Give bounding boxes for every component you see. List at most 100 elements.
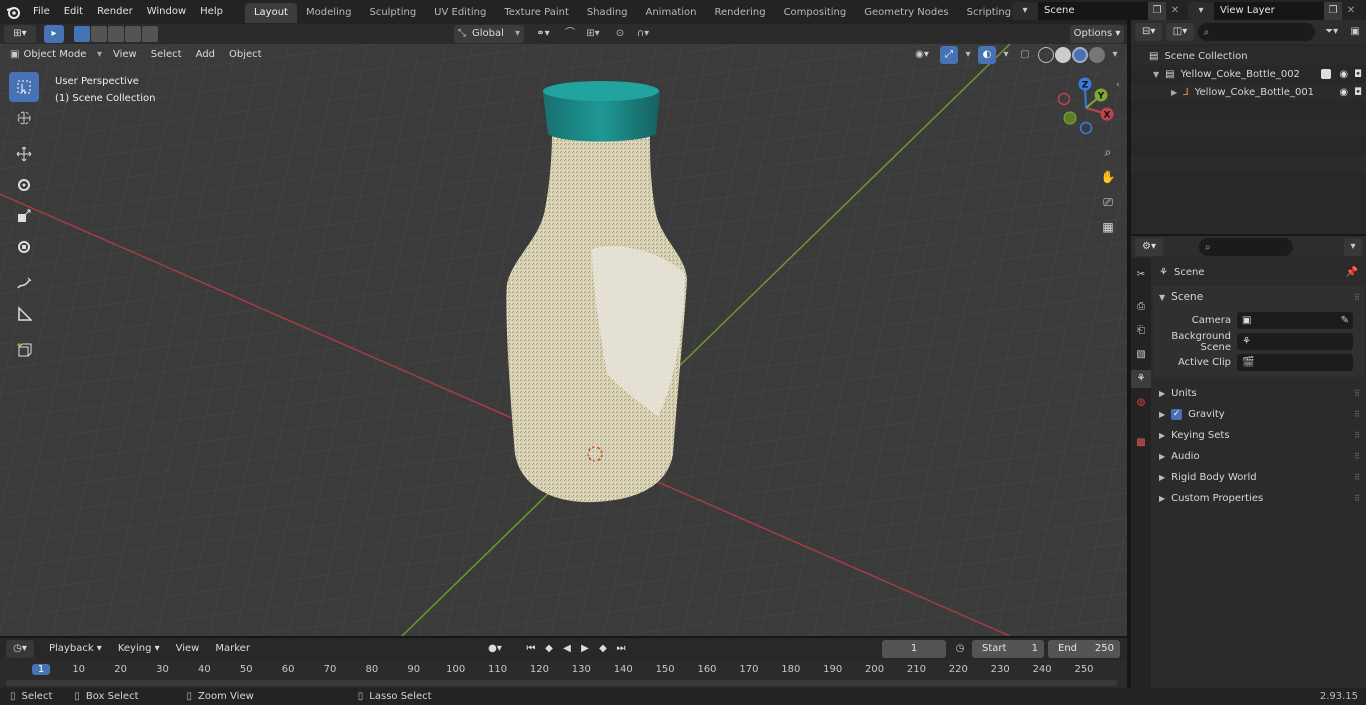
select-intersect-icon[interactable] (142, 26, 158, 42)
properties-editor-icon[interactable]: ⚙▾ (1135, 238, 1163, 256)
overlays-dropdown-icon[interactable]: ▾ (1000, 46, 1012, 64)
eye-icon[interactable]: ◉ (1339, 69, 1348, 80)
move-tool-icon[interactable] (9, 139, 39, 169)
gizmo-dropdown-icon[interactable]: ▾ (962, 46, 974, 64)
active-clip-field[interactable]: 🎬 (1237, 354, 1353, 371)
select-new-icon[interactable] (74, 26, 90, 42)
add-cube-tool-icon[interactable] (9, 335, 39, 365)
navigation-gizmo[interactable]: X Y Z (1056, 74, 1120, 138)
pin-icon[interactable]: 📌 (1346, 267, 1358, 278)
current-frame-field[interactable]: 1 (882, 640, 946, 658)
world-tab-icon[interactable]: ◍ (1132, 394, 1150, 412)
shading-dropdown-icon[interactable]: ▾ (1109, 46, 1121, 64)
proportional-edit-icon[interactable]: ⊙ (612, 25, 628, 43)
outliner-editor-icon[interactable]: ⊟▾ (1135, 23, 1163, 41)
drag-handle-icon[interactable]: ⠿ (1354, 389, 1360, 398)
menu-add[interactable]: Add (189, 46, 222, 64)
drag-handle-icon[interactable]: ⠿ (1354, 431, 1360, 440)
select-box-tool-icon[interactable] (9, 72, 39, 102)
overlays-toggle-icon[interactable]: ◐ (978, 46, 996, 64)
copy-scene-icon[interactable]: ❐ (1148, 2, 1166, 20)
wireframe-shading-icon[interactable] (1038, 47, 1054, 63)
visibility-icon[interactable]: ◉▾ (908, 46, 936, 64)
tab-sculpting[interactable]: Sculpting (360, 3, 425, 23)
eye-icon[interactable]: ◉ (1339, 87, 1348, 98)
filter-icon[interactable]: ⏷▾ (1319, 23, 1344, 41)
select-extend-icon[interactable] (91, 26, 107, 42)
copy-view-layer-icon[interactable]: ❐ (1324, 2, 1342, 20)
camera-field[interactable]: ▣ ✎ (1237, 312, 1353, 329)
frame-ruler[interactable]: 1 10 20 30 40 50 60 70 80 90 100 110 120 130 140 150 160… (0, 660, 1127, 688)
editor-type-icon[interactable]: ⊞▾ (4, 25, 36, 43)
new-collection-icon[interactable]: ▣ (1348, 23, 1362, 41)
view-layer-tab-icon[interactable]: ▧ (1132, 346, 1150, 364)
tab-animation[interactable]: Animation (637, 3, 706, 23)
scene-tab-icon[interactable]: ⚘ (1131, 370, 1151, 388)
cursor-tool-icon[interactable] (9, 103, 39, 133)
active-tool-icon[interactable]: ▸ (44, 25, 64, 43)
zoom-icon[interactable]: ⌕ (1098, 142, 1118, 162)
snap-target-icon[interactable]: ⊞▾ (580, 25, 606, 43)
texture-tab-icon[interactable]: ▩ (1132, 434, 1150, 452)
outliner-row-collection[interactable]: ▼ ▤ Yellow_Coke_Bottle_002 ◉ ◘ (1131, 65, 1366, 83)
tab-compositing[interactable]: Compositing (775, 3, 856, 23)
sidebar-toggle-icon[interactable]: ‹ (1116, 80, 1126, 92)
tab-uv-editing[interactable]: UV Editing (425, 3, 495, 23)
rigid-body-world-panel-header[interactable]: ▶ Rigid Body World ⠿ (1153, 467, 1364, 488)
next-keyframe-icon[interactable]: ◆ (594, 640, 612, 658)
timeline-editor-icon[interactable]: ◷▾ (6, 640, 34, 658)
outliner-row-object[interactable]: ▶ ⅃ Yellow_Coke_Bottle_001 ◉ ◘ (1131, 83, 1366, 101)
blender-logo-icon[interactable] (0, 0, 26, 24)
stopwatch-icon[interactable]: ◷ (952, 640, 968, 658)
units-panel-header[interactable]: ▶ Units ⠿ (1153, 383, 1364, 404)
menu-select[interactable]: Select (144, 46, 189, 64)
properties-options-icon[interactable]: ▾ (1344, 238, 1362, 256)
tab-layout[interactable]: Layout (244, 3, 297, 23)
render-tab-icon[interactable]: ⎙ (1132, 298, 1150, 316)
falloff-icon[interactable]: ∩▾ (630, 25, 656, 43)
material-shading-icon[interactable] (1072, 47, 1088, 63)
ortho-grid-icon[interactable]: ▦ (1098, 217, 1118, 237)
camera-render-icon[interactable]: ◘ (1354, 69, 1362, 80)
scale-tool-icon[interactable] (9, 201, 39, 231)
solid-shading-icon[interactable] (1055, 47, 1071, 63)
options-button[interactable]: Options ▾ (1070, 25, 1124, 43)
menu-render[interactable]: Render (90, 0, 140, 24)
prev-keyframe-icon[interactable]: ◆ (540, 640, 558, 658)
audio-panel-header[interactable]: ▶ Audio ⠿ (1153, 446, 1364, 467)
custom-properties-panel-header[interactable]: ▶ Custom Properties ⠿ (1153, 488, 1364, 509)
select-difference-icon[interactable] (125, 26, 141, 42)
menu-view[interactable]: View (106, 46, 144, 64)
eyedropper-icon[interactable]: ✎ (1341, 315, 1349, 326)
exclude-checkbox[interactable] (1321, 69, 1332, 79)
drag-handle-icon[interactable]: ⠿ (1354, 293, 1360, 302)
remove-view-layer-icon[interactable]: ✕ (1342, 2, 1360, 20)
timeline-scrollbar[interactable] (6, 680, 1118, 686)
scene-name-field[interactable]: Scene (1038, 2, 1148, 20)
end-frame-field[interactable]: End 250 (1048, 640, 1120, 658)
gravity-panel-header[interactable]: ▶ ✓ Gravity ⠿ (1153, 404, 1364, 425)
play-icon[interactable]: ▶ (576, 640, 594, 658)
start-frame-field[interactable]: Start 1 (972, 640, 1044, 658)
outliner-row-scene-collection[interactable]: ▤ Scene Collection (1131, 47, 1366, 65)
outliner-search-input[interactable]: ⌕ (1197, 23, 1315, 41)
view-layer-field[interactable]: View Layer (1214, 2, 1324, 20)
menu-edit[interactable]: Edit (57, 0, 90, 24)
view-layer-icon[interactable]: ▾ (1188, 2, 1214, 20)
3d-viewport[interactable]: ▣ Object Mode ▾ View Select Add Object ◉… (0, 44, 1127, 636)
jump-start-icon[interactable]: ⏮ (522, 640, 540, 658)
keying-sets-panel-header[interactable]: ▶ Keying Sets ⠿ (1153, 425, 1364, 446)
camera-view-icon[interactable]: ⎚ (1098, 192, 1118, 212)
gravity-checkbox[interactable]: ✓ (1171, 409, 1183, 420)
drag-handle-icon[interactable]: ⠿ (1354, 494, 1360, 503)
tab-scripting[interactable]: Scripting (958, 3, 1020, 23)
tab-geometry-nodes[interactable]: Geometry Nodes (855, 3, 957, 23)
transform-tool-icon[interactable] (9, 232, 39, 262)
menu-file[interactable]: File (26, 0, 57, 24)
background-scene-field[interactable]: ⚘ (1237, 333, 1353, 350)
menu-window[interactable]: Window (140, 0, 193, 24)
jump-end-icon[interactable]: ⏭ (612, 640, 630, 658)
drag-handle-icon[interactable]: ⠿ (1354, 473, 1360, 482)
menu-marker[interactable]: Marker (208, 640, 257, 658)
record-icon[interactable]: ●▾ (480, 640, 510, 658)
